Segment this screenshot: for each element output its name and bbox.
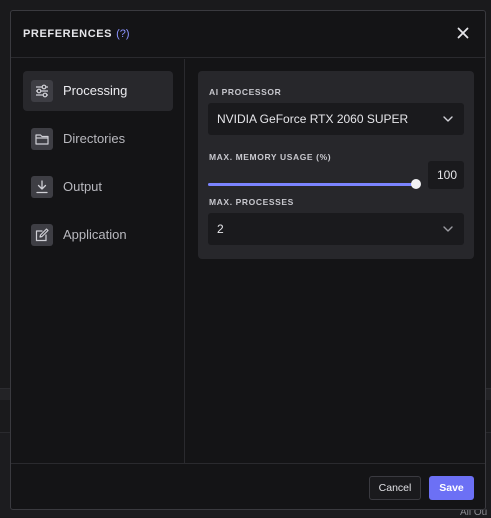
sidebar-item-application[interactable]: Application xyxy=(23,215,173,255)
folder-icon xyxy=(31,128,53,150)
preferences-sidebar: Processing Directories Output Applicatio… xyxy=(11,59,185,463)
sidebar-item-label: Processing xyxy=(63,83,128,98)
close-icon xyxy=(457,27,469,39)
max-processes-label: MAX. PROCESSES xyxy=(209,197,294,207)
processing-settings-panel: AI PROCESSOR NVIDIA GeForce RTX 2060 SUP… xyxy=(198,71,474,259)
chevron-down-icon xyxy=(443,116,453,122)
dialog-title: PREFERENCES (?) xyxy=(23,28,130,40)
sliders-icon xyxy=(31,80,53,102)
cancel-button[interactable]: Cancel xyxy=(369,476,421,500)
edit-icon xyxy=(31,224,53,246)
sidebar-item-label: Output xyxy=(63,179,103,194)
help-link[interactable]: (?) xyxy=(116,28,129,40)
slider-fill xyxy=(208,183,416,186)
dialog-header: PREFERENCES (?) xyxy=(11,11,485,58)
chevron-down-icon xyxy=(443,226,453,232)
memory-usage-slider[interactable] xyxy=(208,179,421,189)
ai-processor-label: AI PROCESSOR xyxy=(209,87,282,97)
ai-processor-select[interactable]: NVIDIA GeForce RTX 2060 SUPER xyxy=(208,103,464,135)
close-button[interactable] xyxy=(455,25,471,41)
preferences-dialog: PREFERENCES (?) Processing Directories O… xyxy=(10,10,486,510)
download-icon xyxy=(31,176,53,198)
max-processes-select[interactable]: 2 xyxy=(208,213,464,245)
memory-usage-label: MAX. MEMORY USAGE (%) xyxy=(209,152,332,162)
ai-processor-value: NVIDIA GeForce RTX 2060 SUPER xyxy=(217,112,409,126)
sidebar-item-output[interactable]: Output xyxy=(23,167,173,207)
dialog-footer: Cancel Save xyxy=(11,463,485,511)
max-processes-value: 2 xyxy=(217,222,224,236)
sidebar-item-directories[interactable]: Directories xyxy=(23,119,173,159)
memory-usage-input[interactable]: 100 xyxy=(428,161,464,189)
save-button[interactable]: Save xyxy=(429,476,474,500)
dialog-title-text: PREFERENCES xyxy=(23,28,113,40)
sidebar-item-label: Application xyxy=(63,227,127,242)
slider-thumb[interactable] xyxy=(411,179,421,189)
sidebar-item-processing[interactable]: Processing xyxy=(23,71,173,111)
sidebar-item-label: Directories xyxy=(63,131,126,146)
